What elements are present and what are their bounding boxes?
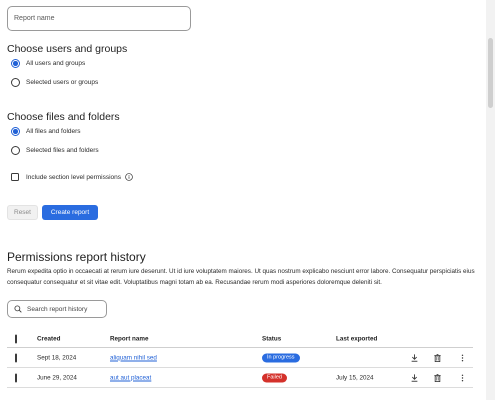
trash-icon[interactable]	[433, 353, 442, 362]
create-report-button[interactable]: Create report	[42, 205, 98, 220]
radio-label: Selected users or groups	[26, 79, 99, 86]
include-section-checkbox[interactable]	[11, 173, 19, 181]
status-badge: Failed	[262, 373, 287, 382]
info-icon[interactable]	[125, 173, 133, 181]
history-table: Created Report name Status Last exported…	[7, 330, 473, 388]
more-vertical-icon[interactable]	[458, 373, 467, 382]
radio-label: Selected files and folders	[26, 147, 99, 154]
scrollbar-thumb[interactable]	[488, 38, 493, 108]
radio-button[interactable]	[11, 78, 20, 87]
delete-cell[interactable]	[433, 373, 442, 382]
report-name-link[interactable]: aut aut placeat	[110, 374, 151, 381]
download-icon[interactable]	[410, 353, 419, 362]
row-checkbox[interactable]	[15, 353, 17, 362]
column-last-exported[interactable]: Last exported	[336, 335, 377, 342]
row-select-cell[interactable]	[15, 353, 17, 362]
files-section-title: Choose files and folders	[7, 111, 120, 123]
download-cell[interactable]	[410, 373, 419, 382]
column-status[interactable]: Status	[262, 335, 281, 342]
status-cell: Failed	[262, 373, 287, 382]
radio-button-selected[interactable]	[11, 127, 20, 136]
created-date: Sept 18, 2024	[37, 354, 77, 361]
radio-label: All users and groups	[26, 60, 86, 67]
download-icon[interactable]	[410, 373, 419, 382]
more-cell[interactable]	[458, 373, 467, 382]
history-description: Rerum expedita optio in occaecati at rer…	[7, 268, 475, 286]
status-cell: In progress	[262, 353, 300, 362]
users-section-title: Choose users and groups	[7, 43, 128, 55]
more-cell[interactable]	[458, 353, 467, 362]
row-checkbox[interactable]	[15, 373, 17, 382]
search-icon	[14, 305, 22, 313]
radio-all-users[interactable]: All users and groups	[11, 59, 85, 68]
table-header-row: Created Report name Status Last exported	[7, 330, 473, 348]
select-all-cell[interactable]	[15, 334, 17, 343]
radio-button[interactable]	[11, 146, 20, 155]
table-row: Sept 18, 2024 aliquam nihil sed In progr…	[7, 348, 473, 368]
trash-icon[interactable]	[433, 373, 442, 382]
include-section-permissions[interactable]: Include section level permissions	[11, 173, 133, 181]
column-created[interactable]: Created	[37, 335, 60, 342]
radio-label: All files and folders	[26, 128, 81, 135]
delete-cell[interactable]	[433, 353, 442, 362]
history-title: Permissions report history	[7, 250, 146, 264]
include-section-label: Include section level permissions	[26, 173, 122, 181]
status-badge: In progress	[262, 353, 300, 362]
more-vertical-icon[interactable]	[458, 353, 467, 362]
radio-selected-files[interactable]: Selected files and folders	[11, 146, 99, 155]
radio-button-selected[interactable]	[11, 59, 20, 68]
last-exported-date: July 15, 2024	[336, 374, 374, 381]
search-placeholder: Search report history	[27, 305, 88, 313]
row-select-cell[interactable]	[15, 373, 17, 382]
page-scrollbar[interactable]	[486, 0, 495, 400]
radio-all-files[interactable]: All files and folders	[11, 127, 81, 136]
created-date: June 29, 2024	[37, 374, 77, 381]
reset-button[interactable]: Reset	[7, 205, 38, 220]
report-name-input[interactable]	[7, 6, 191, 31]
column-report-name[interactable]: Report name	[110, 335, 149, 342]
search-history-input[interactable]: Search report history	[7, 300, 107, 318]
radio-selected-users[interactable]: Selected users or groups	[11, 78, 98, 87]
report-name-link[interactable]: aliquam nihil sed	[110, 354, 157, 361]
select-all-checkbox[interactable]	[15, 334, 17, 343]
table-row: June 29, 2024 aut aut placeat Failed Jul…	[7, 368, 473, 388]
download-cell[interactable]	[410, 353, 419, 362]
